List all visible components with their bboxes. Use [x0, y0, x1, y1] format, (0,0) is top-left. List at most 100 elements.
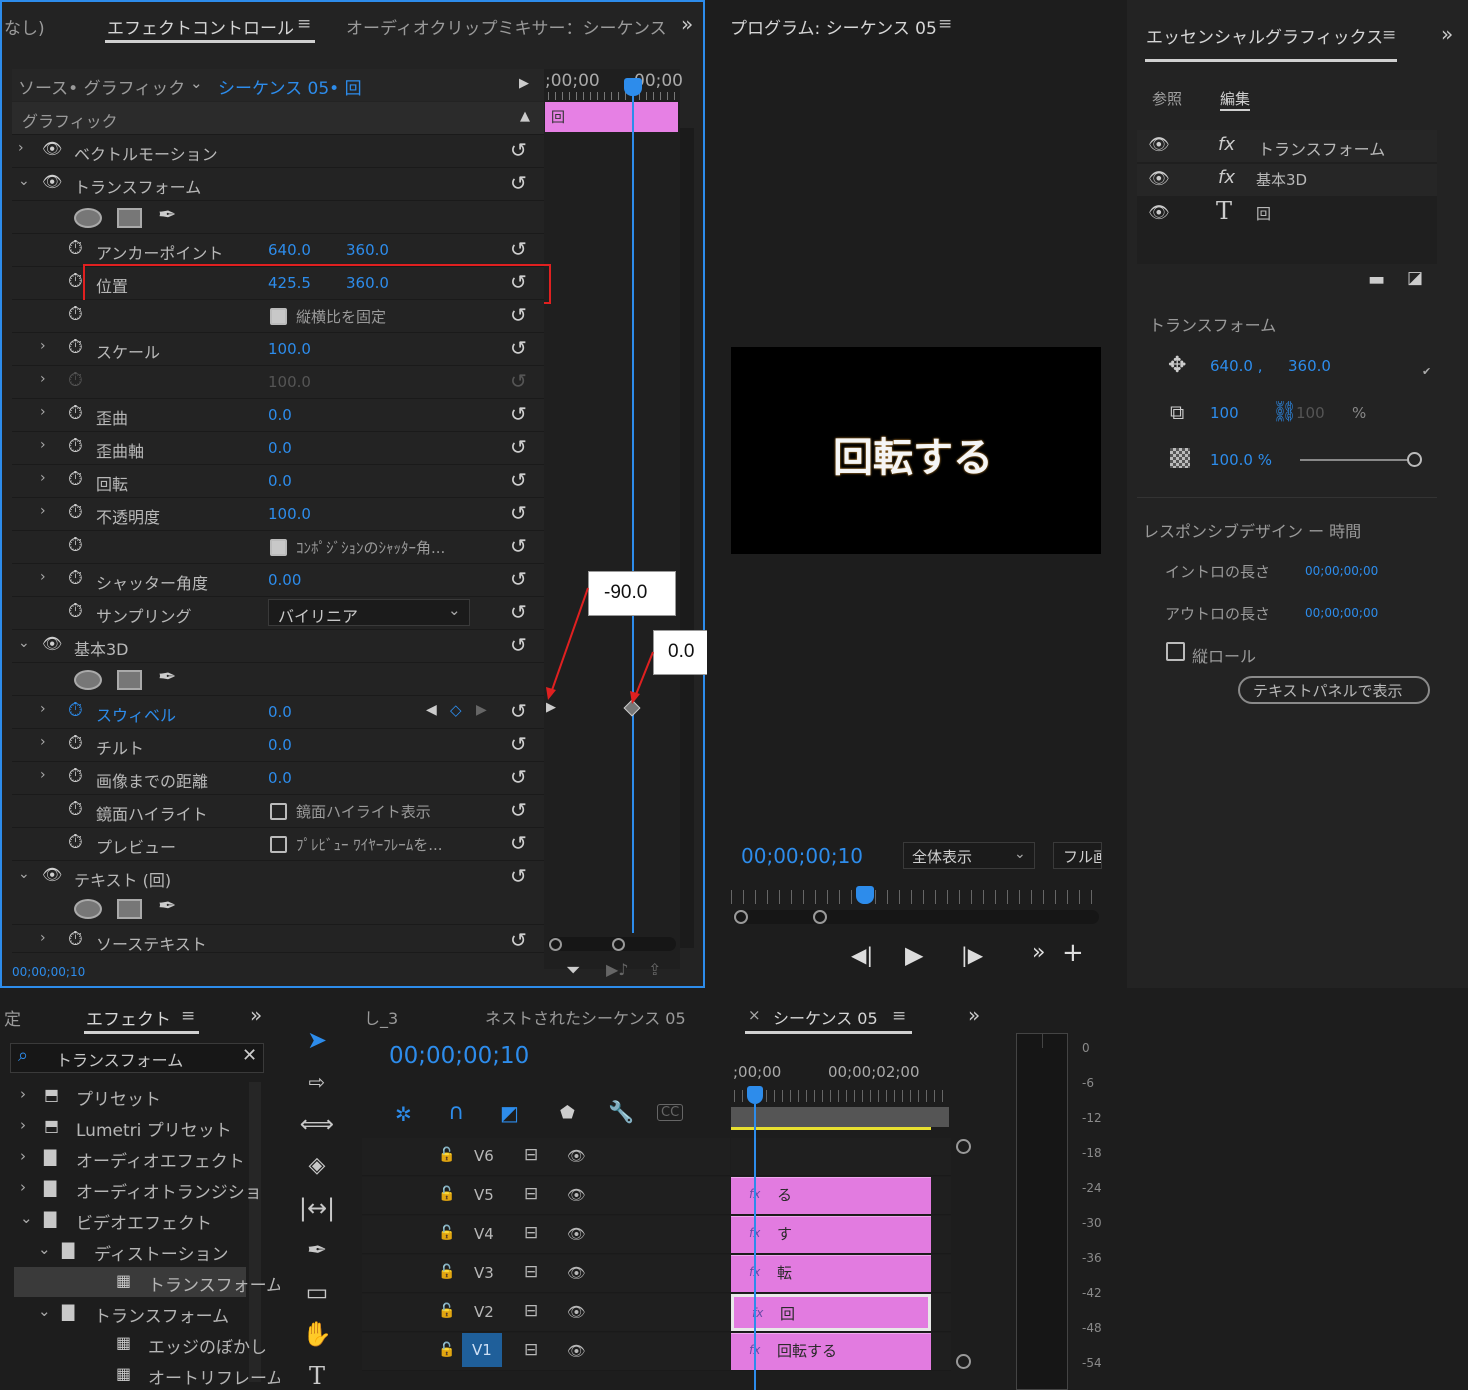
ripple-edit-tool-icon[interactable]: ⟺ [296, 1104, 338, 1144]
new-layer-icon[interactable]: ◪ [1407, 268, 1423, 288]
lock-icon[interactable]: 🔓 [438, 1342, 455, 1358]
effects-tree-item[interactable]: ⌄ ▇ ディストーション [14, 1236, 246, 1266]
wrench-icon[interactable]: 🔧 [608, 1100, 634, 1125]
lock-icon[interactable]: 🔓 [438, 1303, 455, 1319]
eye-icon[interactable]: 👁 [567, 1186, 586, 1204]
program-playhead[interactable] [856, 886, 874, 904]
eye-icon[interactable]: 👁 [567, 1147, 586, 1165]
eye-icon[interactable]: 👁 [567, 1264, 586, 1282]
timeline-clip[interactable]: fx転 [731, 1255, 931, 1292]
timeline-playhead[interactable] [747, 1086, 763, 1104]
zoom-handle-right[interactable] [813, 910, 827, 924]
marker-icon[interactable]: ⬟ [560, 1103, 575, 1123]
menu-icon[interactable]: ≡ [892, 1006, 906, 1026]
new-group-icon[interactable]: ▬ [1368, 269, 1385, 290]
chevron-right-icon[interactable]: › [20, 1178, 26, 1196]
track-name[interactable]: V1 [462, 1333, 502, 1367]
effects-tree-item[interactable]: › ▇ オーディオエフェクト [14, 1143, 246, 1173]
hand-tool-icon[interactable]: ✋ [296, 1314, 338, 1354]
timeline-clip[interactable]: fx 回 [731, 1294, 931, 1331]
sync-lock-icon[interactable]: ⊟ [524, 1145, 538, 1165]
effects-tree-item[interactable]: › ⬒ プリセット [14, 1081, 246, 1111]
chevron-down-icon[interactable]: ⌄ [20, 1209, 33, 1227]
sync-lock-icon[interactable]: ⊟ [524, 1223, 538, 1243]
effects-tree-item[interactable]: › ▇ オーディオトランジショ [14, 1174, 262, 1204]
chevron-right-icon[interactable]: › [20, 1116, 26, 1134]
effects-tree-item[interactable]: ⌄ ▇ ビデオエフェクト [14, 1205, 246, 1235]
timeline-scroll-top[interactable] [956, 1139, 971, 1154]
track-header[interactable]: 🔓 V3 ⊟ 👁 [362, 1255, 730, 1293]
effects-tree-item[interactable]: ⌄ ▇ トランスフォーム [14, 1298, 246, 1328]
track-name[interactable]: V3 [474, 1264, 494, 1282]
track-name[interactable]: V4 [474, 1225, 494, 1243]
track-header[interactable]: 🔓 V2 ⊟ 👁 [362, 1294, 730, 1332]
step-back-icon[interactable]: ◀| [851, 943, 873, 967]
track-name[interactable]: V6 [474, 1147, 494, 1165]
timeline-scroll-bottom[interactable] [956, 1354, 971, 1369]
lock-icon[interactable]: 🔓 [438, 1186, 455, 1202]
track-header[interactable]: 🔓 V6 ⊟ 👁 [362, 1138, 730, 1176]
effects-tree-item[interactable]: ▦ トランスフォーム [14, 1267, 283, 1297]
snap-icon[interactable]: ✲ [395, 1102, 412, 1126]
clear-search-icon[interactable]: ✕ [242, 1045, 257, 1066]
sync-lock-icon[interactable]: ⊟ [524, 1340, 538, 1360]
timeline-timecode[interactable]: 00;00;00;10 [389, 1043, 529, 1069]
step-forward-icon[interactable]: |▶ [961, 943, 983, 967]
opacity-slider-handle[interactable] [1407, 452, 1422, 467]
slip-tool-icon[interactable]: |↔| [296, 1188, 338, 1228]
track-header[interactable]: 🔓 V4 ⊟ 👁 [362, 1216, 730, 1254]
chevron-down-icon[interactable]: ⌄ [38, 1302, 51, 1320]
effects-tree-item[interactable]: ▦ オートリフレーム [14, 1360, 284, 1390]
eg-pos-y[interactable]: 360.0 [1288, 357, 1331, 375]
link-icon[interactable]: ⛓ [1272, 399, 1297, 423]
lock-icon[interactable]: 🔓 [438, 1264, 455, 1280]
opacity-slider-track[interactable] [1300, 459, 1408, 461]
chevron-right-icon[interactable]: › [20, 1147, 26, 1165]
rectangle-tool-icon[interactable]: ▭ [296, 1272, 338, 1312]
effects-title[interactable]: エフェクト [86, 1005, 171, 1030]
effects-search-input[interactable]: トランスフォーム [56, 1047, 183, 1071]
close-tab-icon[interactable]: × [748, 1006, 761, 1024]
track-name[interactable]: V2 [474, 1303, 494, 1321]
timeline-clip[interactable]: fxる [731, 1177, 931, 1214]
pen-tool-icon[interactable]: ✒ [296, 1230, 338, 1270]
timeline-clip[interactable]: fxす [731, 1216, 931, 1253]
eye-icon[interactable]: 👁 [567, 1225, 586, 1243]
intro-value[interactable]: 00;00;00;00 [1305, 564, 1378, 578]
menu-icon[interactable]: ≡ [938, 14, 952, 34]
overflow-chevron-icon[interactable]: » [968, 1003, 980, 1027]
program-zoom-bar[interactable] [733, 910, 1099, 924]
selection-tool-icon[interactable]: ➤ [296, 1020, 338, 1060]
tab-timeline-1[interactable]: し_3 [364, 1005, 398, 1029]
overflow-chevron-icon[interactable]: » [1441, 22, 1453, 46]
effects-tree-item[interactable]: ▦ エッジのぼかし [14, 1329, 267, 1359]
type-tool-icon[interactable]: T [296, 1356, 338, 1390]
menu-icon[interactable]: ≡ [181, 1006, 195, 1026]
chevron-down-icon[interactable]: ⌄ [38, 1240, 51, 1258]
linked-selection-icon[interactable]: ◩ [500, 1101, 519, 1125]
layer-row-text[interactable] [1137, 198, 1437, 230]
tab-prev[interactable]: 定 [4, 1005, 21, 1030]
chevron-right-icon[interactable]: › [20, 1085, 26, 1103]
eg-scale[interactable]: 100 [1210, 404, 1239, 422]
lock-icon[interactable]: 🔓 [438, 1225, 455, 1241]
eye-icon[interactable]: 👁 [567, 1303, 586, 1321]
eye-icon[interactable]: 👁 [1148, 203, 1170, 223]
roll-checkbox[interactable] [1166, 642, 1185, 661]
eye-icon[interactable]: 👁 [1148, 135, 1170, 155]
tab-timeline-3[interactable]: シーケンス 05 [773, 1005, 878, 1029]
track-header[interactable]: 🔓 V5 ⊟ 👁 [362, 1177, 730, 1215]
sync-lock-icon[interactable]: ⊟ [524, 1184, 538, 1204]
program-timecode[interactable]: 00;00;00;10 [741, 844, 863, 868]
overflow-chevron-icon[interactable]: » [250, 1003, 262, 1027]
eye-icon[interactable]: 👁 [1148, 169, 1170, 189]
work-area-bar[interactable] [731, 1107, 949, 1127]
essential-graphics-title[interactable]: エッセンシャルグラフィックス [1146, 23, 1383, 48]
track-select-tool-icon[interactable]: ⇨ [296, 1062, 338, 1102]
sync-lock-icon[interactable]: ⊟ [524, 1301, 538, 1321]
more-controls-icon[interactable]: » [1032, 940, 1045, 965]
program-title[interactable]: プログラム: シーケンス 05 [730, 14, 937, 39]
track-lane[interactable] [731, 1138, 951, 1176]
magnet-icon[interactable]: ∩ [448, 1100, 464, 1125]
tab-browse[interactable]: 参照 [1152, 88, 1182, 109]
